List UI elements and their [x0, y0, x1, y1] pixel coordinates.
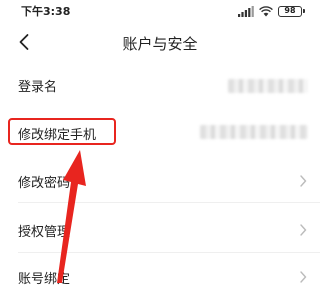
- signal-icon: [238, 5, 254, 17]
- divider: [18, 252, 320, 253]
- chevron-right-icon: [300, 271, 307, 283]
- status-icons: 98: [238, 4, 305, 18]
- row-label: 修改密码: [18, 176, 71, 191]
- blurred-value: [200, 125, 308, 139]
- status-time: 下午3:38: [21, 5, 71, 18]
- wifi-icon: [259, 5, 273, 16]
- blurred-value: [228, 79, 308, 93]
- divider: [18, 202, 320, 203]
- row-authorization-management[interactable]: 授权管理: [0, 205, 320, 253]
- chevron-right-icon: [300, 224, 307, 236]
- status-bar: 下午3:38 98: [0, 0, 320, 22]
- row-label: 授权管理: [18, 225, 71, 240]
- nav-bar: 账户与安全: [0, 24, 320, 62]
- row-account-binding[interactable]: 账号绑定: [0, 255, 320, 289]
- row-login-name[interactable]: 登录名: [0, 62, 320, 110]
- row-change-password[interactable]: 修改密码: [0, 155, 320, 203]
- battery-icon: 98: [278, 5, 305, 17]
- page-title: 账户与安全: [122, 35, 198, 53]
- row-label: 登录名: [18, 80, 58, 95]
- chevron-right-icon: [300, 175, 307, 187]
- battery-level: 98: [284, 5, 296, 15]
- row-label: 账号绑定: [18, 272, 71, 287]
- annotation-highlight-box: [8, 118, 116, 145]
